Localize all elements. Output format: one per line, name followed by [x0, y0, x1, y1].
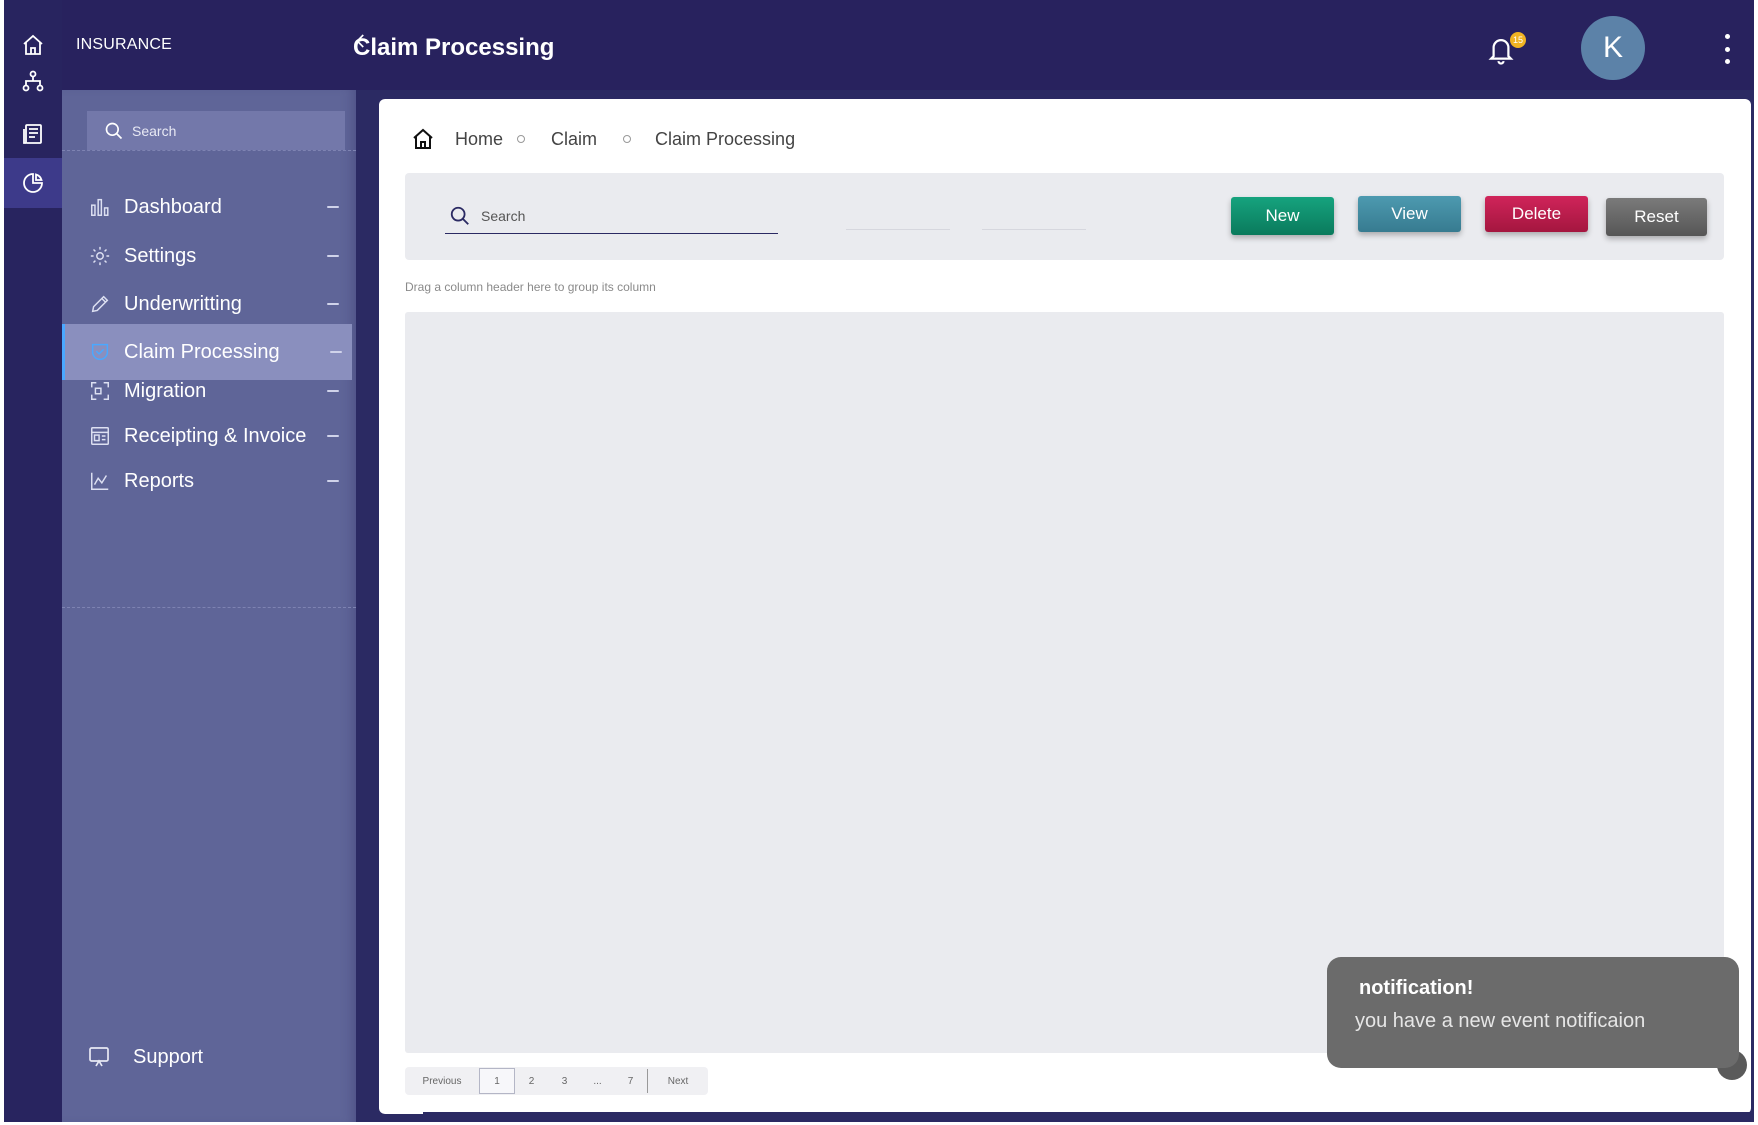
expand-icon [327, 255, 339, 257]
divider [62, 150, 356, 151]
page-button[interactable]: 7 [614, 1068, 647, 1094]
kebab-dot [1724, 46, 1730, 52]
sidebar-item-label: Settings [124, 244, 197, 267]
expand-icon [327, 480, 339, 482]
page-ellipsis: ... [593, 1075, 602, 1087]
expand-icon [327, 303, 339, 305]
next-page-button[interactable]: Next [648, 1068, 708, 1094]
delete-button[interactable]: Delete [1485, 196, 1588, 232]
more-options-button[interactable] [1720, 32, 1734, 66]
sidebar-item-label: Receipting & Invoice [124, 424, 307, 447]
icon-rail [4, 0, 62, 1122]
bar-chart-icon [88, 195, 112, 219]
invoice-icon [88, 424, 112, 448]
grid-search-placeholder: Search [481, 207, 526, 224]
expand-icon [327, 206, 339, 208]
bottom-accent-line [423, 1112, 1751, 1114]
page-button[interactable]: 3 [548, 1068, 581, 1094]
breadcrumb: Home Claim Claim Processing [411, 123, 795, 155]
breadcrumb-separator [623, 135, 632, 143]
expand-icon [327, 390, 339, 392]
home-icon [413, 128, 433, 149]
sidebar: Search Dashboard Settings Underwritting [62, 90, 356, 1122]
support-link[interactable]: Support [87, 1045, 203, 1069]
sidebar-search-placeholder: Search [132, 122, 177, 139]
search-icon [450, 206, 469, 225]
app-window: INSURANCE Claim Processing 15 K Search D… [4, 0, 1754, 1122]
divider [62, 607, 356, 608]
view-button[interactable]: View [1358, 196, 1461, 232]
kebab-dot [1724, 59, 1730, 64]
toast-message: you have a new event notificaion [1355, 1010, 1646, 1032]
sidebar-item-reports[interactable]: Reports [62, 456, 356, 506]
sidebar-search-input[interactable]: Search [87, 111, 345, 150]
kebab-dot [1724, 34, 1730, 39]
support-label: Support [133, 1045, 204, 1068]
newspaper-icon[interactable] [4, 111, 62, 157]
brand-label: INSURANCE [76, 36, 173, 53]
sidebar-item-settings[interactable]: Settings [62, 231, 356, 281]
pie-chart-icon[interactable] [4, 158, 62, 208]
pencil-icon [88, 292, 112, 316]
data-grid[interactable] [405, 312, 1724, 1053]
filter-field[interactable] [982, 229, 1086, 230]
sidebar-item-receipting-invoice[interactable]: Receipting & Invoice [62, 411, 356, 461]
pagination: Previous 1 2 3 ... 7 Next [405, 1067, 708, 1095]
page-title: Claim Processing [353, 34, 555, 61]
expand-icon [327, 435, 339, 437]
migration-icon [88, 379, 112, 403]
breadcrumb-home[interactable]: Home [455, 129, 503, 150]
user-avatar[interactable]: K [1581, 16, 1645, 80]
breadcrumb-current: Claim Processing [655, 128, 796, 149]
grid-search-input[interactable]: Search [445, 198, 778, 234]
line-chart-icon [88, 469, 112, 493]
page-button[interactable]: 2 [515, 1068, 548, 1094]
sidebar-item-underwritting[interactable]: Underwritting [62, 279, 356, 329]
notification-toast[interactable]: notification! you have a new event notif… [1327, 957, 1739, 1068]
new-button[interactable]: New [1231, 197, 1334, 235]
sidebar-item-migration[interactable]: Migration [62, 366, 356, 416]
sidebar-item-label: Reports [124, 469, 195, 492]
toast-title: notification! [1359, 977, 1474, 999]
sidebar-item-label: Migration [124, 379, 207, 402]
sidebar-item-dashboard[interactable]: Dashboard [62, 182, 356, 232]
group-by-hint: Drag a column header here to group its c… [405, 280, 656, 294]
page-button-current[interactable]: 1 [479, 1068, 515, 1094]
sidebar-item-label: Underwritting [124, 292, 242, 315]
sitemap-icon[interactable] [4, 58, 62, 104]
sidebar-item-label: Dashboard [124, 195, 222, 218]
reset-button[interactable]: Reset [1606, 198, 1707, 236]
monitor-icon [89, 1047, 109, 1067]
breadcrumb-separator [517, 135, 526, 143]
notification-count-badge: 15 [1510, 32, 1526, 48]
breadcrumb-claim[interactable]: Claim [551, 129, 597, 150]
expand-icon [330, 351, 342, 353]
sidebar-item-label: Claim Processing [124, 340, 280, 363]
toolbar: Search New View Delete Reset [405, 173, 1724, 260]
previous-page-button[interactable]: Previous [405, 1068, 479, 1094]
filter-field[interactable] [846, 229, 950, 230]
gear-icon [88, 244, 112, 268]
shield-icon [88, 340, 112, 364]
search-icon [105, 122, 123, 139]
